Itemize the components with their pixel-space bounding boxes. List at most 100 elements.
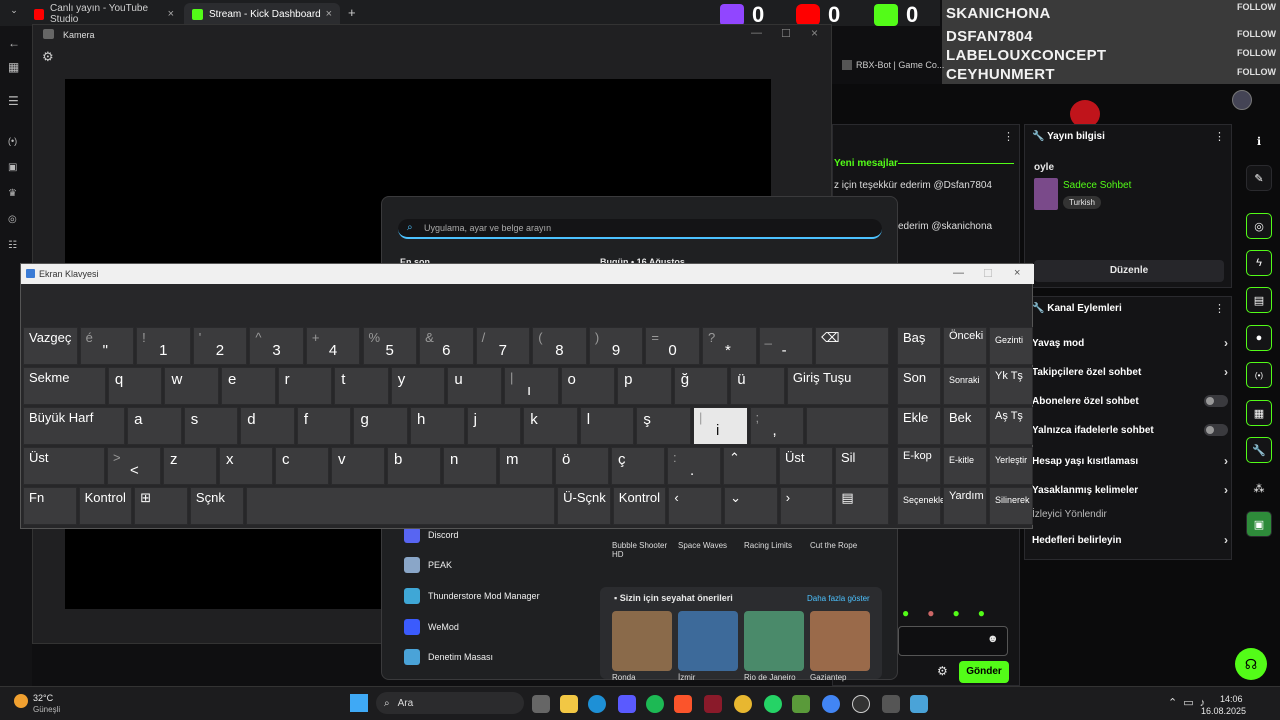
task-view-icon[interactable] bbox=[532, 695, 550, 713]
key[interactable]: Vazgeç bbox=[23, 327, 78, 365]
minimize-icon[interactable]: — bbox=[751, 27, 762, 39]
key[interactable]: Sçnk bbox=[189, 487, 244, 525]
key[interactable]: Üst bbox=[23, 447, 105, 485]
key[interactable]: Aş Tş bbox=[989, 407, 1033, 445]
camera-icon[interactable] bbox=[882, 695, 900, 713]
tab-kick-dashboard[interactable]: Stream - Kick Dashboard × bbox=[184, 3, 340, 25]
key[interactable]: | i bbox=[692, 407, 748, 445]
lightning-icon[interactable]: ϟ bbox=[1246, 250, 1272, 276]
whatsapp-icon[interactable] bbox=[764, 695, 782, 713]
key[interactable]: e bbox=[221, 367, 276, 405]
key[interactable]: ? * bbox=[702, 327, 757, 365]
destination-photo[interactable] bbox=[678, 611, 738, 671]
key[interactable]: +4 bbox=[305, 327, 361, 365]
key[interactable]: ‹ bbox=[668, 487, 723, 525]
key[interactable]: › bbox=[779, 487, 834, 525]
key[interactable]: Fn bbox=[23, 487, 77, 525]
key[interactable]: Gezinti bbox=[989, 327, 1033, 365]
key[interactable]: l bbox=[579, 407, 635, 445]
target-icon[interactable]: ◎ bbox=[1246, 213, 1272, 239]
layers-icon[interactable]: ▦ bbox=[1246, 400, 1272, 426]
key[interactable]: Ekle bbox=[897, 407, 941, 445]
action-subscribers-only[interactable]: Abonelere özel sohbet bbox=[1032, 395, 1228, 407]
avatar[interactable] bbox=[1232, 90, 1252, 110]
minimize-icon[interactable]: — bbox=[953, 267, 964, 279]
maximize-icon[interactable]: ☐ bbox=[781, 27, 791, 40]
key[interactable]: Sekme bbox=[23, 367, 106, 405]
chat-more-icon[interactable]: ⋮ bbox=[1003, 130, 1014, 143]
destination-photo[interactable] bbox=[744, 611, 804, 671]
file-explorer-icon[interactable] bbox=[560, 695, 578, 713]
key[interactable]: Büyük Harf bbox=[23, 407, 126, 445]
chat-settings-gear-icon[interactable]: ⚙ bbox=[937, 664, 948, 678]
clock-date[interactable]: 16.08.2025 bbox=[1201, 706, 1246, 716]
toggle-switch[interactable] bbox=[1204, 424, 1228, 436]
key[interactable]: ç bbox=[611, 447, 665, 485]
tab-list-button[interactable]: ⌄ bbox=[6, 5, 22, 21]
document-icon[interactable]: ▤ bbox=[1246, 287, 1272, 313]
tab-youtube-studio[interactable]: Canlı yayın - YouTube Studio × bbox=[26, 3, 182, 25]
app-peak[interactable]: PEAK bbox=[404, 557, 452, 573]
toggle-switch[interactable] bbox=[1204, 395, 1228, 407]
game-tile[interactable]: Cut the Rope bbox=[810, 541, 857, 550]
spotify-icon[interactable] bbox=[646, 695, 664, 713]
key[interactable]: r bbox=[277, 367, 333, 405]
key[interactable]: ⌫ bbox=[815, 327, 889, 365]
action-emotes-only[interactable]: Yalnızca ifadelerle sohbet bbox=[1032, 424, 1228, 436]
layout-icon[interactable]: ▣ bbox=[8, 162, 17, 173]
key[interactable]: Yk Tş bbox=[989, 367, 1033, 405]
key[interactable]: Seçenekler bbox=[897, 487, 948, 525]
key[interactable]: Silinerek bbox=[989, 487, 1033, 525]
key[interactable]: & 6 bbox=[419, 327, 474, 365]
key[interactable]: g bbox=[353, 407, 409, 445]
panel-more-icon[interactable]: ⋮ bbox=[1214, 302, 1225, 315]
emote-icon[interactable]: ● bbox=[978, 606, 985, 620]
chat-bubble-icon[interactable]: ● bbox=[1246, 325, 1272, 351]
broadcast-icon[interactable]: (•) bbox=[8, 136, 17, 146]
key[interactable]: ö bbox=[555, 447, 609, 485]
key[interactable]: j bbox=[466, 407, 522, 445]
key[interactable]: m bbox=[499, 447, 553, 485]
key[interactable]: ğ bbox=[673, 367, 729, 405]
key[interactable]: ' 2 bbox=[192, 327, 248, 365]
show-more-link[interactable]: Daha fazla göster bbox=[807, 594, 870, 603]
close-icon[interactable]: × bbox=[811, 26, 818, 40]
key[interactable]: = 0 bbox=[645, 327, 700, 365]
key[interactable]: x bbox=[219, 447, 273, 485]
key[interactable]: Ü-Sçnk bbox=[557, 487, 611, 525]
extension-icon[interactable]: ▣ bbox=[1246, 511, 1272, 537]
key[interactable]: o bbox=[560, 367, 616, 405]
key[interactable]: ^ 3 bbox=[249, 327, 304, 365]
key[interactable]: | ı bbox=[503, 367, 559, 405]
key[interactable]: é " bbox=[79, 327, 135, 365]
chrome-icon[interactable] bbox=[734, 695, 752, 713]
game-tile[interactable]: Space Waves bbox=[678, 541, 727, 550]
destination-photo[interactable] bbox=[612, 611, 672, 671]
close-icon[interactable]: × bbox=[1014, 267, 1020, 279]
game-tile[interactable]: Racing Limits bbox=[744, 541, 792, 550]
game-tile[interactable]: Bubble Shooter HD bbox=[612, 541, 674, 559]
key[interactable]: y bbox=[390, 367, 446, 405]
emoji-icon[interactable]: ☻ bbox=[987, 633, 999, 645]
action-account-age[interactable]: Hesap yaşı kısıtlaması › bbox=[1032, 454, 1228, 468]
key[interactable]: q bbox=[107, 367, 163, 405]
obs-icon[interactable] bbox=[852, 695, 870, 713]
key[interactable]: a bbox=[127, 407, 182, 445]
app-wemod[interactable]: WeMod bbox=[404, 619, 459, 635]
key[interactable]: ⊞ bbox=[134, 487, 188, 525]
support-icon[interactable]: ☊ bbox=[1235, 648, 1267, 680]
key[interactable]: ü bbox=[730, 367, 785, 405]
category-name[interactable]: Sadece Sohbet bbox=[1063, 180, 1131, 191]
key[interactable]: Sonraki bbox=[943, 367, 987, 405]
key[interactable]: E-kitle bbox=[943, 447, 987, 485]
key[interactable]: s bbox=[183, 407, 239, 445]
key[interactable] bbox=[806, 407, 889, 445]
clock-time[interactable]: 14:06 bbox=[1220, 694, 1243, 704]
action-slow-mode[interactable]: Yavaş mod › bbox=[1032, 336, 1228, 350]
brave-icon[interactable] bbox=[674, 695, 692, 713]
key[interactable]: Önceki bbox=[943, 327, 987, 365]
key[interactable]: d bbox=[240, 407, 295, 445]
app-thunderstore[interactable]: Thunderstore Mod Manager bbox=[404, 588, 540, 604]
close-icon[interactable]: × bbox=[326, 8, 332, 20]
key[interactable]: f bbox=[296, 407, 352, 445]
